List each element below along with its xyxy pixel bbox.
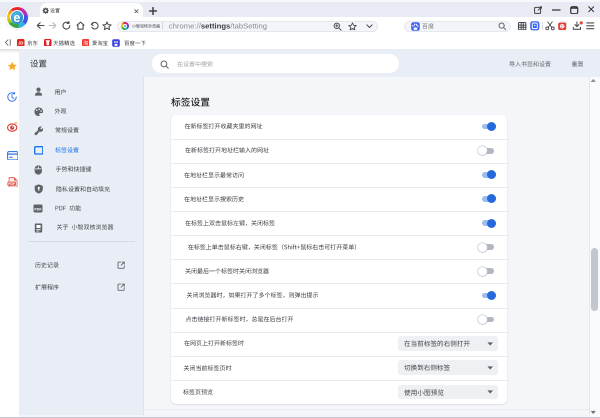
svg-text:PDF: PDF bbox=[34, 207, 42, 211]
svg-text:JD: JD bbox=[18, 40, 23, 45]
svg-text:PDF: PDF bbox=[8, 181, 15, 185]
